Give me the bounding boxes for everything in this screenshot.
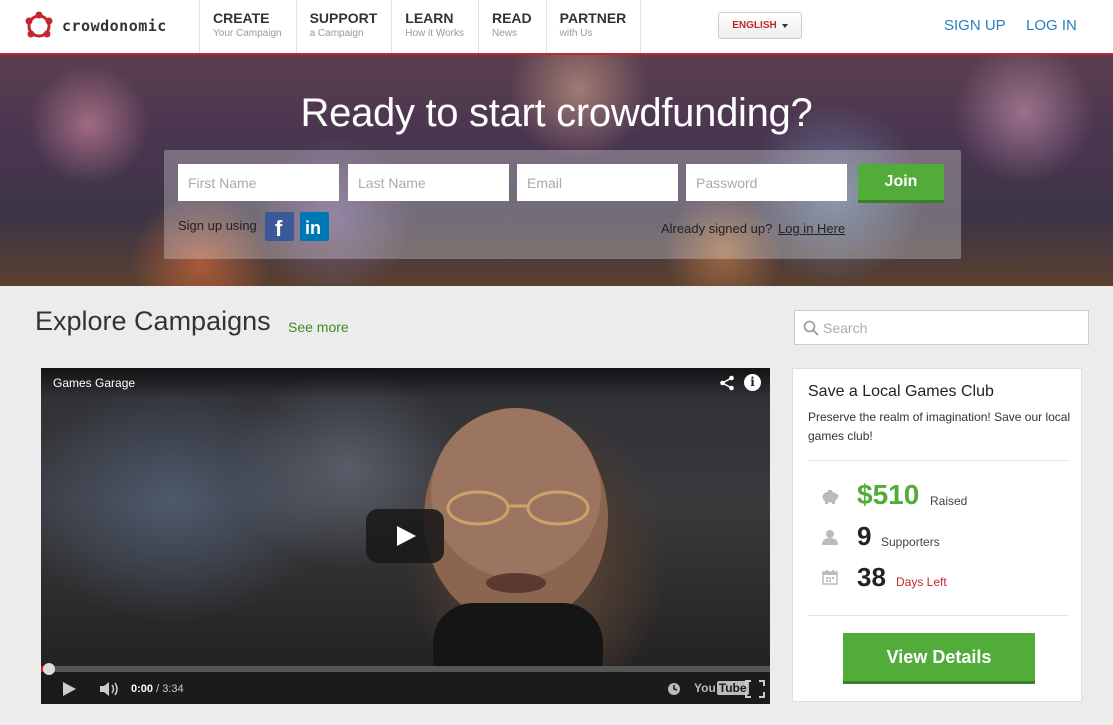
nav-partner-label: PARTNER: [559, 10, 627, 26]
card-divider: [808, 460, 1069, 461]
first-name-field[interactable]: [178, 164, 339, 201]
days-left-label: Days Left: [896, 575, 947, 589]
password-field[interactable]: [686, 164, 847, 201]
last-name-field[interactable]: [348, 164, 509, 201]
search-input[interactable]: [823, 311, 1085, 344]
search-icon: [803, 320, 819, 336]
campaign-card: Save a Local Games Club Preserve the rea…: [792, 368, 1082, 702]
info-icon[interactable]: i: [744, 374, 761, 391]
facebook-icon[interactable]: f: [265, 212, 294, 241]
days-left-count: 38: [857, 562, 886, 592]
nav-learn-sub: How it Works: [405, 28, 464, 39]
search-box[interactable]: [794, 310, 1089, 345]
facebook-letter: f: [275, 216, 283, 241]
piggy-bank-icon: [822, 490, 839, 504]
share-icon: [720, 375, 734, 391]
nav-partner-sub: with Us: [559, 28, 593, 39]
progress-knob[interactable]: [43, 663, 55, 675]
current-time: 0:00: [131, 683, 154, 695]
watch-later-icon: [668, 683, 680, 695]
nav-create[interactable]: CREATE Your Campaign: [200, 0, 297, 53]
campaign-title[interactable]: Save a Local Games Club: [808, 383, 994, 401]
nav-learn[interactable]: LEARN How it Works: [392, 0, 479, 53]
nav-support-sub: a Campaign: [309, 28, 364, 39]
facebook-glyph: f: [275, 216, 283, 241]
sign-up-link[interactable]: SIGN UP: [944, 17, 1006, 34]
nav-read[interactable]: READ News: [479, 0, 547, 53]
hero-title: Ready to start crowdfunding?: [300, 91, 813, 135]
linkedin-letters: in: [305, 218, 321, 238]
linkedin-icon[interactable]: in: [300, 212, 329, 241]
nav-create-sub: Your Campaign: [213, 28, 282, 39]
log-in-here-link[interactable]: Log in Here: [778, 221, 845, 236]
youtube-logo[interactable]: You Tube: [694, 681, 749, 695]
signup-panel: Join Sign up using f in Already signed u…: [164, 150, 961, 259]
language-dropdown[interactable]: ENGLISH: [718, 12, 802, 39]
fullscreen-icon: [745, 680, 765, 698]
duration: / 3:34: [156, 683, 184, 695]
time-display: 0:00 / 3:34: [131, 683, 184, 695]
join-button[interactable]: Join: [858, 164, 944, 203]
raised-label: Raised: [930, 494, 968, 508]
signup-using-label: Sign up using: [178, 218, 257, 233]
card-divider: [808, 615, 1069, 616]
nav-support[interactable]: SUPPORT a Campaign: [297, 0, 393, 53]
control-play-icon[interactable]: [63, 682, 76, 696]
main-nav: CREATE Your Campaign SUPPORT a Campaign …: [199, 0, 642, 53]
logo[interactable]: crowdonomic: [22, 9, 167, 43]
nav-support-label: SUPPORT: [309, 10, 378, 26]
hero-banner: Ready to start crowdfunding? Join Sign u…: [0, 55, 1113, 286]
site-header: crowdonomic CREATE Your Campaign SUPPORT…: [0, 0, 1113, 55]
youtube-tube: Tube: [716, 681, 749, 695]
nav-learn-label: LEARN: [405, 10, 454, 26]
person-icon: [822, 530, 838, 545]
language-label: ENGLISH: [732, 20, 777, 31]
youtube-you: You: [694, 681, 716, 695]
video-top-bar: [41, 368, 770, 398]
caret-down-icon: [781, 23, 788, 28]
logo-text: crowdonomic: [62, 17, 167, 35]
view-details-button[interactable]: View Details: [843, 633, 1035, 684]
nav-create-label: CREATE: [213, 10, 270, 26]
nav-read-label: READ: [491, 10, 532, 26]
video-title[interactable]: Games Garage: [53, 376, 135, 390]
video-player[interactable]: Games Garage i 0:00 / 3:34 You Tube: [41, 368, 770, 704]
calendar-icon: [822, 570, 838, 585]
volume-icon: [100, 682, 118, 696]
video-controls: 0:00 / 3:34 You Tube: [41, 663, 770, 704]
linkedin-glyph: in: [305, 218, 321, 238]
play-button[interactable]: [366, 509, 444, 563]
log-in-link[interactable]: LOG IN: [1026, 17, 1077, 34]
nav-read-sub: News: [491, 28, 517, 39]
email-field[interactable]: [517, 164, 678, 201]
logo-icon: [25, 11, 53, 38]
already-signed-up-text: Already signed up?: [661, 221, 773, 236]
supporters-count: 9: [857, 521, 872, 551]
campaign-description: Preserve the realm of imagination! Save …: [808, 410, 1071, 443]
progress-track[interactable]: [41, 666, 770, 672]
raised-amount: $510: [857, 479, 920, 510]
explore-title: Explore Campaigns: [35, 306, 271, 336]
nav-partner[interactable]: PARTNER with Us: [547, 0, 642, 53]
supporters-label: Supporters: [881, 535, 940, 549]
see-more-link[interactable]: See more: [288, 319, 349, 335]
